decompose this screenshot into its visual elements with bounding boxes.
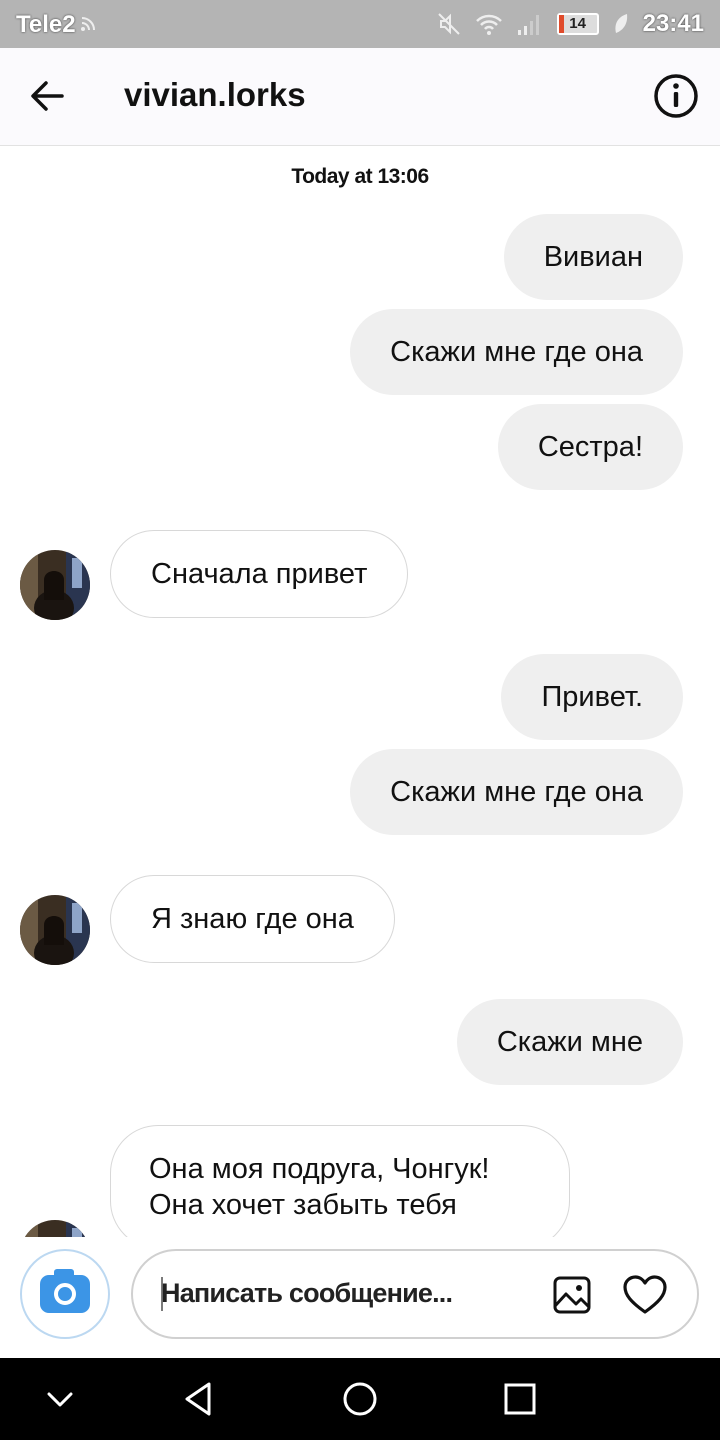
camera-button[interactable] [20, 1249, 110, 1339]
mute-icon [437, 13, 460, 35]
chat-header: vivian.lorks [0, 48, 720, 146]
battery-level: 14 [569, 15, 586, 32]
message-timestamp: Today at 13:06 [291, 165, 429, 188]
message-input[interactable]: Написать сообщение... [131, 1249, 699, 1339]
home-circle-icon[interactable] [339, 1378, 381, 1420]
rss-icon [81, 17, 95, 31]
heart-icon[interactable] [621, 1271, 669, 1319]
chevron-down-icon[interactable] [39, 1378, 81, 1420]
status-bar: Tele2 14 23:41 [0, 0, 720, 48]
conversation-title[interactable]: vivian.lorks [124, 76, 306, 114]
avatar-image [20, 550, 90, 620]
leaf-icon [615, 14, 627, 33]
carrier-name: Tele2 [16, 11, 76, 38]
system-navigation-bar [0, 1358, 720, 1440]
clock: 23:41 [642, 10, 704, 37]
battery-icon: 14 [556, 13, 599, 35]
message-bubble-outgoing[interactable]: Сестра! [497, 404, 683, 490]
message-input-placeholder: Написать сообщение... [161, 1278, 453, 1308]
back-triangle-icon[interactable] [179, 1378, 221, 1420]
message-bubble-incoming[interactable]: Сначала привет [110, 530, 409, 618]
message-bubble-outgoing[interactable]: Вивиан [503, 214, 683, 300]
avatar[interactable] [20, 895, 90, 965]
avatar[interactable] [20, 550, 90, 620]
message-bubble-outgoing[interactable]: Скажи мне [456, 999, 683, 1085]
avatar-image [20, 895, 90, 965]
image-icon[interactable] [552, 1275, 592, 1315]
message-bubble-outgoing[interactable]: Привет. [501, 654, 683, 740]
message-bubble-incoming[interactable]: Я знаю где она [110, 875, 395, 963]
message-bubble-incoming[interactable]: Она моя подруга, Чонгук! Она хочет забыт… [110, 1125, 570, 1237]
message-composer: Написать сообщение... [0, 1237, 720, 1358]
recents-square-icon[interactable] [499, 1378, 541, 1420]
message-list[interactable]: Today at 13:06 Вивиан Скажи мне где она … [0, 147, 720, 1237]
arrow-left-icon[interactable] [24, 72, 72, 120]
avatar-image [20, 1220, 90, 1237]
message-bubble-outgoing[interactable]: Скажи мне где она [350, 749, 683, 835]
signal-icon [517, 15, 539, 35]
avatar[interactable] [20, 1220, 90, 1237]
camera-icon [40, 1269, 90, 1313]
wifi-icon [475, 14, 502, 35]
message-bubble-outgoing[interactable]: Скажи мне где она [350, 309, 683, 395]
info-icon[interactable] [652, 72, 700, 120]
